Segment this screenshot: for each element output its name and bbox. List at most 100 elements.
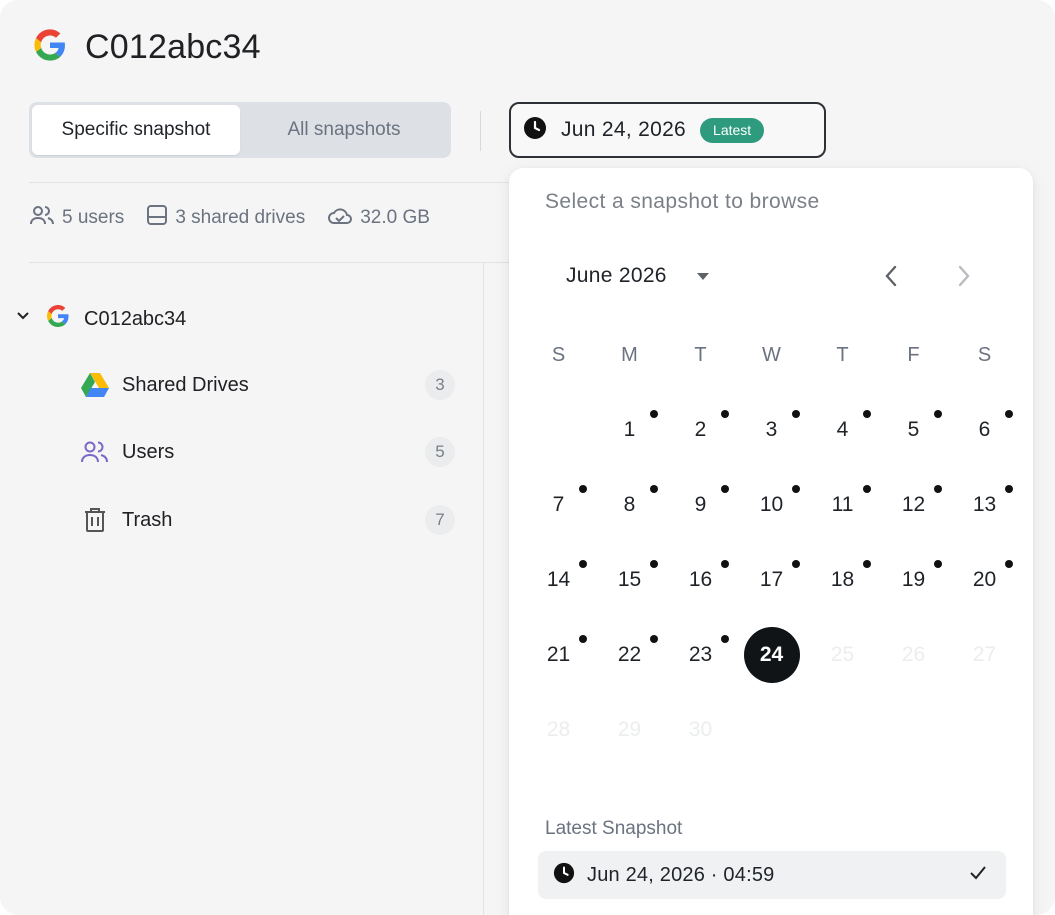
snapshot-date-picker: Select a snapshot to browse June 2026 S … (509, 168, 1033, 915)
tab-all-snapshots[interactable]: All snapshots (240, 105, 448, 155)
calendar-day-empty (523, 392, 594, 467)
calendar-day[interactable]: 19 (878, 542, 949, 617)
calendar-day-number: 2 (694, 417, 707, 441)
calendar-day[interactable]: 6 (949, 392, 1020, 467)
calendar-day[interactable]: 1 (594, 392, 665, 467)
snapshot-available-dot (650, 410, 658, 418)
calendar-day-empty (807, 692, 878, 767)
calendar-week-row: 1 2 3 4 5 6 (523, 392, 1023, 467)
calendar-day[interactable]: 16 (665, 542, 736, 617)
calendar-day-number: 14 (546, 567, 571, 591)
shared-drives-stat: 3 shared drives (146, 204, 305, 232)
calendar-week-row: 7 8 9 10 11 12 13 (523, 467, 1023, 542)
calendar-day[interactable]: 13 (949, 467, 1020, 542)
calendar-day: 25 (807, 617, 878, 692)
snapshot-available-dot (792, 410, 800, 418)
chevron-right-icon[interactable] (953, 263, 975, 294)
calendar-day[interactable]: 3 (736, 392, 807, 467)
tree-item-trash[interactable]: Trash 7 (80, 500, 455, 540)
calendar-day[interactable]: 8 (594, 467, 665, 542)
calendar-day: 29 (594, 692, 665, 767)
calendar-day-number: 8 (623, 492, 636, 516)
calendar-day[interactable]: 9 (665, 467, 736, 542)
users-stat: 5 users (29, 204, 124, 232)
snapshot-available-dot (1005, 410, 1013, 418)
calendar-day-number: 19 (901, 567, 926, 591)
calendar-day[interactable]: 11 (807, 467, 878, 542)
snapshot-available-dot (863, 485, 871, 493)
clock-icon (523, 116, 547, 145)
calendar-day[interactable]: 18 (807, 542, 878, 617)
weekday-label: T (836, 343, 849, 366)
stats-divider (29, 262, 510, 263)
tab-specific-snapshot[interactable]: Specific snapshot (32, 105, 240, 155)
calendar-day[interactable]: 17 (736, 542, 807, 617)
calendar-day-number: 18 (830, 567, 855, 591)
tree-panel-divider (483, 263, 484, 915)
calendar-day-number: 23 (688, 642, 713, 666)
calendar-day-number: 21 (546, 642, 571, 666)
calendar-day-number: 20 (972, 567, 997, 591)
calendar-day[interactable]: 5 (878, 392, 949, 467)
snapshot-date-label: Jun 24, 2026 (561, 118, 687, 141)
weekday-label: M (621, 343, 638, 366)
chevron-left-icon[interactable] (880, 263, 902, 294)
calendar-day[interactable]: 21 (523, 617, 594, 692)
calendar-day[interactable]: 14 (523, 542, 594, 617)
snapshot-available-dot (863, 560, 871, 568)
calendar-day[interactable]: 24 (736, 617, 807, 692)
snapshot-available-dot (792, 560, 800, 568)
calendar-day: 30 (665, 692, 736, 767)
google-g-icon (33, 28, 67, 67)
shared-drives-stat-label: 3 shared drives (175, 207, 306, 228)
calendar-day[interactable]: 12 (878, 467, 949, 542)
latest-snapshot-option[interactable]: Jun 24, 2026 · 04:59 (538, 851, 1006, 899)
snapshot-mode-toggle: Specific snapshot All snapshots (29, 102, 451, 158)
calendar-week-row: 28 29 30 (523, 692, 1023, 767)
weekday-label: T (694, 343, 707, 366)
calendar-day[interactable]: 10 (736, 467, 807, 542)
weekday-label: F (907, 343, 920, 366)
calendar-week-row: 14 15 16 17 18 19 20 (523, 542, 1023, 617)
snapshot-browser-window: C012abc34 Specific snapshot All snapshot… (0, 0, 1055, 915)
calendar-day[interactable]: 23 (665, 617, 736, 692)
users-icon (29, 204, 55, 232)
snapshot-available-dot (579, 560, 587, 568)
calendar-week-row: 21 22 23 24 25 26 27 (523, 617, 1023, 692)
selected-day-circle: 24 (743, 626, 800, 683)
tree-item-label: Trash (122, 508, 173, 531)
weekday-label: W (762, 343, 781, 366)
calendar-day[interactable]: 20 (949, 542, 1020, 617)
chevron-down-icon[interactable] (14, 307, 32, 331)
count-badge: 3 (425, 370, 455, 400)
tree-item-users[interactable]: Users 5 (80, 432, 455, 472)
count-badge: 7 (425, 505, 455, 535)
snapshot-available-dot (863, 410, 871, 418)
snapshot-available-dot (579, 485, 587, 493)
calendar-day[interactable]: 2 (665, 392, 736, 467)
toolbar-divider (480, 111, 481, 151)
caret-down-icon[interactable] (696, 272, 709, 280)
tree-item-shared-drives[interactable]: Shared Drives 3 (80, 365, 455, 405)
drive-icon (146, 204, 168, 232)
calendar-day-number: 30 (688, 717, 713, 741)
snapshot-available-dot (721, 485, 729, 493)
month-navigation (880, 263, 975, 293)
check-icon (968, 864, 988, 887)
snapshot-available-dot (721, 635, 729, 643)
calendar-day[interactable]: 4 (807, 392, 878, 467)
users-icon (80, 440, 110, 464)
calendar-day[interactable]: 7 (523, 467, 594, 542)
google-drive-icon (80, 372, 110, 398)
count-badge: 5 (425, 437, 455, 467)
latest-snapshot-label: Latest Snapshot (545, 818, 683, 839)
snapshot-date-button[interactable]: Jun 24, 2026 Latest (509, 102, 826, 158)
clock-icon (553, 862, 575, 889)
tree-root[interactable]: C012abc34 (14, 302, 186, 336)
calendar-day-number: 12 (901, 492, 926, 516)
calendar-day-number: 11 (831, 492, 854, 516)
calendar-day[interactable]: 22 (594, 617, 665, 692)
calendar-day[interactable]: 15 (594, 542, 665, 617)
snapshot-available-dot (1005, 560, 1013, 568)
calendar-day-number: 10 (759, 492, 784, 516)
